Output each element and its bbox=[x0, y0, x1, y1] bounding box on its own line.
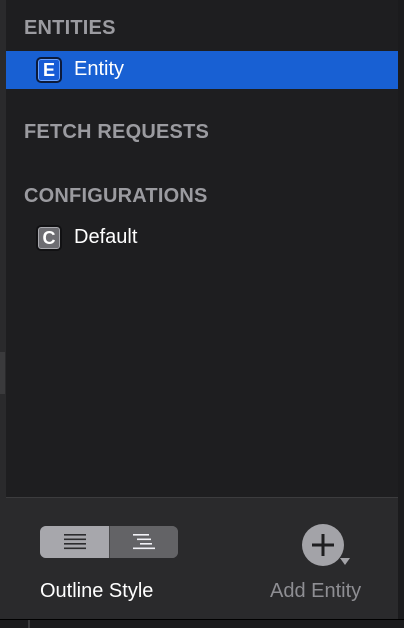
graph-style-icon bbox=[132, 534, 155, 550]
fetch-requests-section-header: FETCH REQUESTS bbox=[24, 121, 210, 143]
dropdown-caret-icon bbox=[340, 558, 350, 565]
right-panel-edge bbox=[398, 0, 404, 628]
splitter-handle[interactable] bbox=[0, 352, 5, 394]
plus-circle-icon bbox=[302, 524, 344, 566]
outline-style-icon bbox=[63, 534, 86, 550]
window-bottom-edge bbox=[0, 619, 404, 628]
add-entity-label: Add Entity bbox=[270, 580, 362, 602]
outline-style-button[interactable] bbox=[40, 526, 109, 558]
divider-tick bbox=[28, 620, 30, 628]
core-data-model-editor: ENTITIES E Entity FETCH REQUESTS CONFIGU… bbox=[0, 0, 404, 628]
outline-sidebar: ENTITIES E Entity FETCH REQUESTS CONFIGU… bbox=[6, 0, 398, 497]
add-entity-button[interactable] bbox=[300, 522, 350, 570]
configuration-row-default[interactable]: C Default bbox=[6, 219, 398, 257]
configuration-badge-icon: C bbox=[36, 225, 62, 251]
configuration-label: Default bbox=[74, 226, 138, 248]
graph-style-button[interactable] bbox=[109, 526, 178, 558]
entities-section-header: ENTITIES bbox=[24, 17, 116, 39]
editor-style-label: Outline Style bbox=[40, 580, 154, 602]
entity-label: Entity bbox=[74, 58, 125, 80]
editor-bottom-toolbar: Outline Style Add Entity bbox=[6, 497, 398, 620]
configurations-section-header: CONFIGURATIONS bbox=[24, 185, 208, 207]
entity-row[interactable]: E Entity bbox=[6, 51, 398, 89]
entity-badge-icon: E bbox=[36, 57, 62, 83]
editor-style-segmented-control[interactable] bbox=[40, 526, 178, 558]
